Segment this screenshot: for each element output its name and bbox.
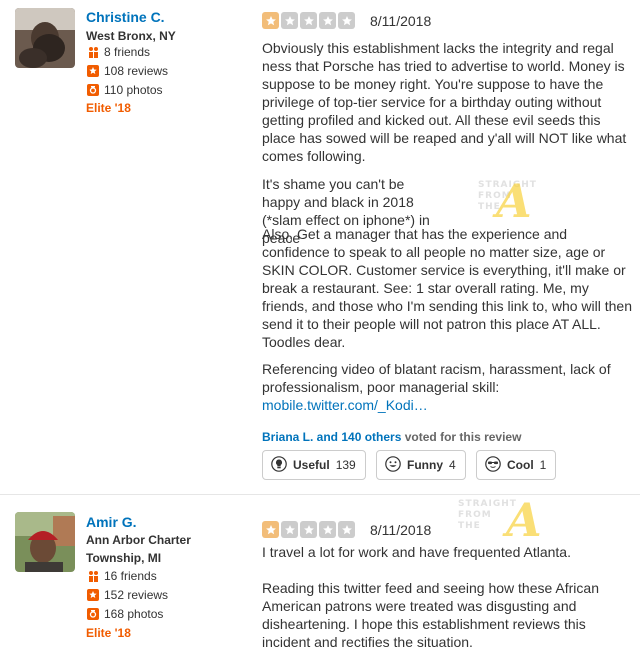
review-date: 8/11/2018 (370, 522, 432, 538)
user-location: West Bronx, NY (86, 29, 176, 43)
review-text-paragraph: Referencing video of blatant racism, har… (262, 361, 611, 395)
star-icon (338, 521, 355, 538)
elite-badge[interactable]: Elite '18 (86, 101, 131, 115)
review-link[interactable]: mobile.twitter.com/_Kodi… (262, 396, 634, 414)
review-date: 8/11/2018 (370, 13, 432, 29)
friends-count: 8 friends (86, 45, 150, 59)
star-icon (281, 521, 298, 538)
friends-count: 16 friends (86, 569, 157, 583)
smiley-icon (385, 455, 401, 475)
reviews-count: 152 reviews (86, 588, 168, 602)
vote-summary: Briana L. and 140 others voted for this … (262, 430, 521, 444)
camera-icon (86, 608, 99, 621)
reviews-count: 108 reviews (86, 64, 168, 78)
voters-suffix: voted for this review (404, 430, 522, 444)
star-badge-icon (86, 65, 99, 78)
cool-count: 1 (539, 458, 547, 472)
photos-label: 110 photos (104, 83, 163, 97)
star-rating (262, 12, 355, 29)
cool-button[interactable]: Cool 1 (476, 450, 556, 480)
watermark-logo: A (496, 174, 532, 228)
user-location: Ann Arbor Charter Township, MI (86, 533, 191, 565)
avatar[interactable] (15, 512, 75, 572)
friends-label: 16 friends (104, 569, 157, 583)
review-text-paragraph: Reading this twitter feed and seeing how… (262, 580, 599, 650)
review-text-paragraph: I travel a lot for work and have frequen… (262, 544, 571, 560)
star-icon (300, 521, 317, 538)
star-badge-icon (86, 589, 99, 602)
star-icon (262, 12, 279, 29)
friends-icon (86, 46, 99, 59)
review-text-paragraph: Also, Get a manager that has the experie… (262, 226, 632, 350)
useful-count: 139 (335, 458, 356, 472)
reviews-label: 152 reviews (104, 588, 169, 602)
camera-icon (86, 84, 99, 97)
voters-link[interactable]: Briana L. and 140 others (262, 430, 401, 444)
friends-label: 8 friends (104, 45, 151, 59)
elite-badge[interactable]: Elite '18 (86, 626, 131, 640)
funny-count: 4 (449, 458, 456, 472)
photos-count: 110 photos (86, 83, 163, 97)
avatar[interactable] (15, 8, 75, 68)
watermark: STRAIGHT FROM THE A (478, 174, 537, 228)
star-rating (262, 521, 355, 538)
review-card: Christine C. West Bronx, NY 8 friends 10… (0, 0, 640, 494)
friends-icon (86, 570, 99, 583)
lightbulb-icon (271, 455, 287, 475)
review-text-paragraph: Obviously this establishment lacks the i… (262, 40, 627, 164)
reviews-label: 108 reviews (104, 64, 169, 78)
sunglasses-icon (485, 455, 501, 475)
star-icon (262, 521, 279, 538)
photos-label: 168 photos (104, 607, 164, 621)
funny-button[interactable]: Funny 4 (376, 450, 466, 480)
useful-button[interactable]: Useful 139 (262, 450, 366, 480)
star-icon (319, 12, 336, 29)
user-name[interactable]: Christine C. (86, 9, 165, 25)
watermark-logo: A (506, 493, 542, 547)
funny-label: Funny (407, 458, 443, 472)
star-icon (319, 521, 336, 538)
user-name[interactable]: Amir G. (86, 514, 137, 530)
star-icon (281, 12, 298, 29)
photos-count: 168 photos (86, 607, 163, 621)
useful-label: Useful (293, 458, 330, 472)
cool-label: Cool (507, 458, 534, 472)
watermark: STRAIGHT FROM THE A (458, 493, 542, 547)
star-icon (300, 12, 317, 29)
star-icon (338, 12, 355, 29)
